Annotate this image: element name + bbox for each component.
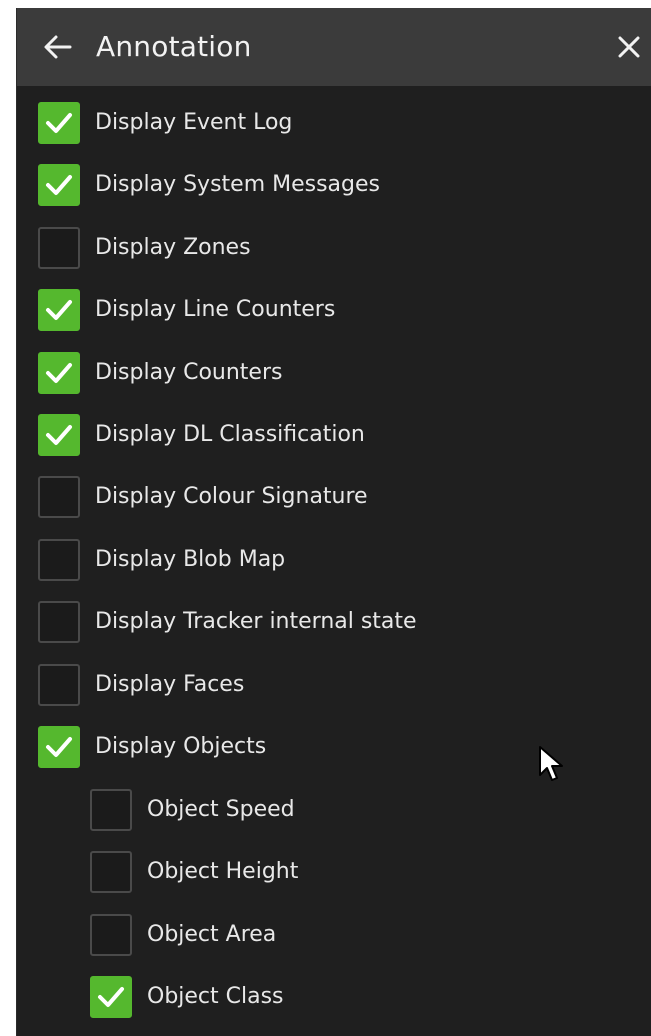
checkbox[interactable] (38, 601, 80, 643)
checkmark-icon (46, 737, 72, 757)
option-label: Display Line Counters (95, 297, 336, 322)
option-display-event-log[interactable]: Display Event Log (38, 98, 292, 148)
option-display-objects[interactable]: Display Objects (38, 722, 266, 772)
checkbox[interactable] (90, 976, 132, 1018)
option-display-dl-classification[interactable]: Display DL Classification (38, 410, 365, 460)
mouse-cursor-icon (539, 746, 563, 781)
option-display-counters[interactable]: Display Counters (38, 348, 282, 398)
option-display-faces[interactable]: Display Faces (38, 660, 244, 710)
close-icon (618, 36, 640, 58)
close-button[interactable] (614, 32, 644, 62)
option-display-blob-map[interactable]: Display Blob Map (38, 535, 285, 585)
checkmark-icon (46, 300, 72, 320)
option-label: Object Height (147, 859, 299, 884)
checkbox[interactable] (90, 789, 132, 831)
checkmark-icon (98, 987, 124, 1007)
checkbox[interactable] (38, 726, 80, 768)
checkmark-icon (46, 175, 72, 195)
checkbox[interactable] (38, 539, 80, 581)
checkmark-icon (46, 425, 72, 445)
option-display-system-messages[interactable]: Display System Messages (38, 160, 380, 210)
checkbox[interactable] (38, 352, 80, 394)
option-object-area[interactable]: Object Area (90, 910, 276, 960)
option-label: Object Speed (147, 797, 295, 822)
option-display-tracker-internal-state[interactable]: Display Tracker internal state (38, 597, 417, 647)
panel-title: Annotation (96, 30, 252, 63)
option-object-class[interactable]: Object Class (90, 972, 284, 1022)
option-label: Display Colour Signature (95, 484, 368, 509)
option-label: Object Class (147, 984, 284, 1009)
option-label: Display Counters (95, 360, 283, 385)
panel-header: Annotation (17, 8, 651, 86)
option-label: Display Blob Map (95, 547, 286, 572)
checkbox[interactable] (38, 164, 80, 206)
option-object-height[interactable]: Object Height (90, 847, 298, 897)
back-button[interactable] (41, 30, 75, 64)
option-label: Display Faces (95, 672, 245, 697)
option-label: Display Tracker internal state (95, 609, 417, 634)
checkbox[interactable] (90, 851, 132, 893)
checkbox[interactable] (90, 914, 132, 956)
option-object-speed[interactable]: Object Speed (90, 785, 295, 835)
checkmark-icon (46, 363, 72, 383)
option-display-zones[interactable]: Display Zones (38, 223, 251, 273)
option-label: Display Objects (95, 734, 267, 759)
checkbox[interactable] (38, 664, 80, 706)
option-label: Display Zones (95, 235, 251, 260)
option-display-colour-signature[interactable]: Display Colour Signature (38, 472, 368, 522)
option-label: Display System Messages (95, 172, 381, 197)
checkbox[interactable] (38, 227, 80, 269)
option-display-line-counters[interactable]: Display Line Counters (38, 285, 335, 335)
checkmark-icon (46, 113, 72, 133)
arrow-left-icon (44, 35, 72, 59)
option-label: Object Area (147, 922, 277, 947)
option-label: Display Event Log (95, 110, 293, 135)
checkbox[interactable] (38, 289, 80, 331)
annotation-panel: Annotation Display Event Log Display Sys… (16, 8, 651, 1036)
checkbox[interactable] (38, 102, 80, 144)
checkbox[interactable] (38, 476, 80, 518)
checkbox[interactable] (38, 414, 80, 456)
option-label: Display DL Classification (95, 422, 365, 447)
